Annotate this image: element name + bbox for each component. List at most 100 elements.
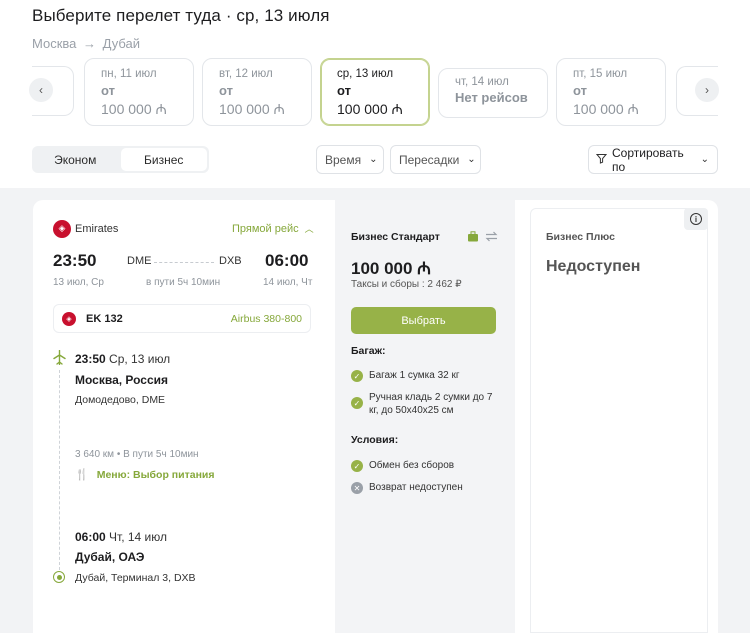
route-to: Дубай [102, 36, 141, 51]
filters-bar: Эконом Бизнес Время ⌄ Пересадки ⌄ Сортир… [0, 145, 750, 175]
page-header: Выберите перелет туда · ср, 13 июля Моск… [32, 6, 330, 51]
flight-number: EK 132 [86, 312, 123, 325]
select-fare-button[interactable]: Выбрать [351, 307, 496, 334]
departure-date: 13 июл, Ср [53, 277, 104, 288]
fare-plus-status: Недоступен [546, 258, 641, 275]
fare-icons [467, 231, 498, 245]
cross-icon: ✕ [351, 482, 363, 494]
date-price: 100 000 ₼ [573, 101, 639, 117]
baggage-label: Багаж 1 сумка 32 кг [369, 370, 460, 381]
info-button[interactable]: i [684, 208, 708, 230]
emirates-logo-icon: ◈ [53, 220, 71, 238]
price-prefix: от [337, 83, 351, 98]
time-filter-dropdown[interactable]: Время ⌄ [316, 145, 384, 174]
refund-condition: ✕ Возврат недоступен [351, 481, 463, 494]
aircraft-type: Airbus 380-800 [230, 312, 302, 325]
segment-distance-duration: 3 640 км • В пути 5ч 10мин [75, 449, 199, 460]
chevron-down-icon: ⌄ [467, 154, 476, 165]
chevron-right-icon: › [705, 83, 709, 97]
chevron-down-icon: ⌄ [700, 154, 709, 165]
date-card-fri-15[interactable]: пт, 15 июл от 100 000 ₼ [556, 58, 666, 126]
airline-info: ◈ Emirates [53, 220, 118, 238]
fare-plus-title: Бизнес Плюс [546, 231, 615, 243]
date-card-thu-14[interactable]: чт, 14 июл Нет рейсов [438, 68, 548, 118]
baggage-section-title: Багаж: [351, 345, 386, 357]
exchange-label: Обмен без сборов [369, 460, 455, 471]
time-filter-label: Время [325, 152, 362, 167]
meal-label: Меню: Выбор питания [96, 468, 215, 481]
segment-arrival-airport: Дубай, Терминал 3, DXB [75, 572, 196, 584]
date-label: пн, 11 июл [101, 68, 157, 80]
baggage-item: ✓ Багаж 1 сумка 32 кг [351, 369, 460, 382]
date-label: ср, 13 июл [337, 68, 394, 80]
arrival-date: 14 июл, Чт [263, 277, 313, 288]
departure-iata: DME [127, 255, 152, 267]
fare-taxes: Таксы и сборы : 2 462 ₽ [351, 279, 462, 290]
fork-knife-icon: 🍴 [75, 469, 89, 481]
date-price: 100 000 ₼ [101, 101, 167, 117]
refund-label: Возврат недоступен [369, 482, 463, 493]
sort-dropdown[interactable]: Сортировать по ⌄ [588, 145, 718, 174]
flight-duration: в пути 5ч 10мин [146, 277, 221, 288]
conditions-section-title: Условия: [351, 434, 399, 446]
no-flights-label: Нет рейсов [455, 90, 528, 105]
arrow-right-icon: → [83, 36, 97, 51]
check-icon: ✓ [351, 397, 363, 409]
arrival-time: 06:00 [265, 251, 309, 270]
next-dates-button[interactable]: › [695, 78, 719, 102]
airline-name: Emirates [75, 223, 119, 235]
segment-departure-city: Москва, Россия [75, 373, 169, 387]
date-label: вт, 12 июл [219, 68, 273, 80]
fare-price: 100 000 ₼ [351, 259, 431, 278]
direct-flight-label: Прямой рейс [232, 223, 299, 235]
date-price: 100 000 ₼ [219, 101, 285, 117]
price-prefix: от [101, 83, 115, 98]
chevron-up-icon: ︿ [304, 224, 314, 234]
plane-takeoff-icon [53, 349, 66, 368]
date-card-tue-12[interactable]: вт, 12 июл от 100 000 ₼ [202, 58, 312, 126]
class-business-tab[interactable]: Бизнес [120, 148, 207, 171]
exchange-condition: ✓ Обмен без сборов [351, 459, 454, 472]
route-dashed-line [154, 262, 214, 263]
segment-arrival-time: 06:00 Чт, 14 июл [75, 530, 168, 544]
chevron-down-icon: ⌄ [369, 154, 378, 165]
stops-filter-label: Пересадки [399, 152, 460, 167]
filter-funnel-icon [595, 153, 608, 167]
hand-luggage-item: ✓ Ручная кладь 2 сумки до 7 кг, до 50x40… [351, 391, 496, 417]
arrival-point-icon [53, 571, 65, 583]
class-toggle: Эконом Бизнес [32, 146, 209, 173]
arrival-iata: DXB [219, 255, 242, 267]
date-price: 100 000 ₼ [337, 101, 403, 117]
class-economy-tab[interactable]: Эконом [32, 146, 119, 173]
date-label: чт, 14 июл [455, 76, 509, 88]
price-prefix: от [573, 83, 587, 98]
segment-arrival-city: Дубай, ОАЭ [75, 550, 145, 564]
check-icon: ✓ [351, 460, 363, 472]
price-prefix: от [219, 83, 233, 98]
departure-time: 23:50 [53, 251, 97, 270]
emirates-logo-icon: ◈ [62, 311, 76, 326]
timeline-line [59, 370, 60, 570]
fare-standard-title: Бизнес Стандарт [351, 231, 440, 243]
date-selector: ‹ › пн, 11 июл от 100 000 ₼ вт, 12 июл о… [0, 56, 750, 126]
exchange-icon [485, 231, 498, 245]
route-breadcrumb: Москва → Дубай [32, 36, 330, 51]
date-label: пт, 15 июл [573, 68, 628, 80]
flight-number-box: ◈ EK 132 Airbus 380-800 [53, 304, 311, 333]
sort-label: Сортировать по [612, 145, 684, 174]
flight-card: i ◈ Emirates Прямой рейс ︿ 23:50 DME DXB … [33, 200, 718, 633]
chevron-left-icon: ‹ [39, 83, 43, 97]
direct-flight-toggle[interactable]: Прямой рейс ︿ [232, 222, 314, 235]
check-icon: ✓ [351, 370, 363, 382]
segment-departure-airport: Домодедово, DME [75, 394, 166, 406]
page-title: Выберите перелет туда · ср, 13 июля [32, 6, 330, 25]
meal-option[interactable]: 🍴 Меню: Выбор питания [75, 468, 215, 482]
segment-departure-time: 23:50 Ср, 13 июл [75, 352, 171, 366]
date-card-mon-11[interactable]: пн, 11 июл от 100 000 ₼ [84, 58, 194, 126]
date-card-wed-13-selected[interactable]: ср, 13 июл от 100 000 ₼ [320, 58, 430, 126]
route-from: Москва [32, 36, 77, 51]
baggage-icon [467, 231, 479, 245]
prev-dates-button[interactable]: ‹ [29, 78, 53, 102]
hand-luggage-label: Ручная кладь 2 сумки до 7 кг, до 50x40x2… [369, 392, 493, 416]
stops-filter-dropdown[interactable]: Пересадки ⌄ [390, 145, 481, 174]
